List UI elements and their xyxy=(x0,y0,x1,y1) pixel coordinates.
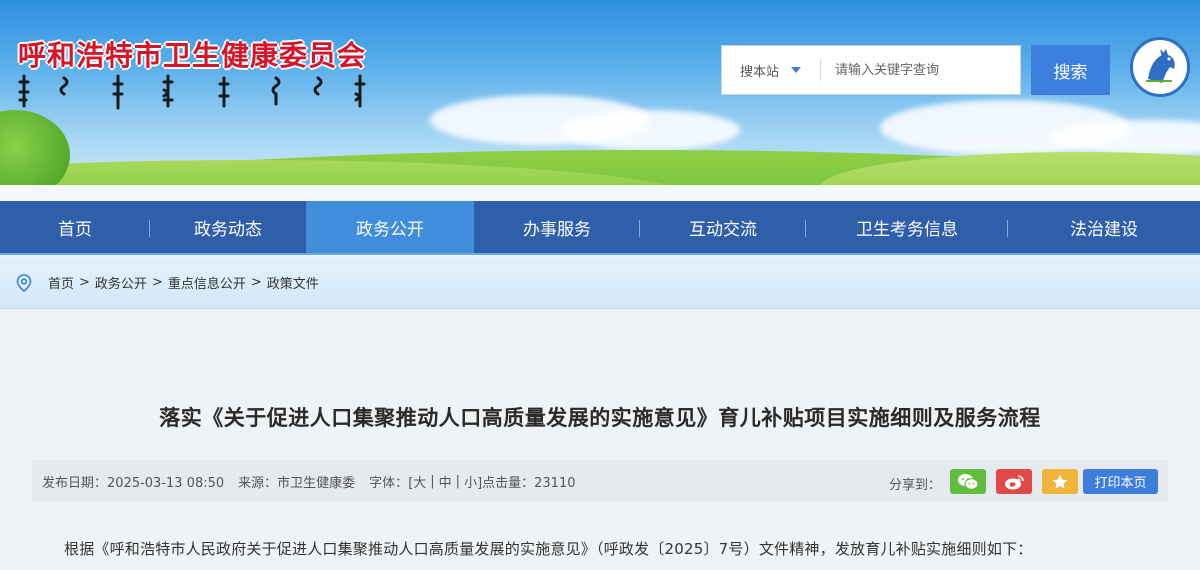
article-title: 落实《关于促进人口集聚推动人口高质量发展的实施意见》育儿补贴项目实施细则及服务流… xyxy=(159,406,1041,430)
breadcrumb-gov-affairs-open[interactable]: 政务公开 xyxy=(95,273,147,292)
nav-item-gov-affairs-open[interactable]: 政务公开 xyxy=(306,201,474,253)
share-wechat-button[interactable] xyxy=(950,469,986,494)
breadcrumb-separator: > xyxy=(250,275,262,290)
wechat-icon xyxy=(958,473,979,490)
nav-item-label: 政务动态 xyxy=(194,219,262,240)
share-weibo-button[interactable] xyxy=(996,469,1032,494)
nav-item-services[interactable]: 办事服务 xyxy=(474,201,640,253)
breadcrumb-key-info[interactable]: 重点信息公开 xyxy=(168,273,246,292)
print-page-button[interactable]: 打印本页 xyxy=(1083,469,1158,494)
horse-emblem-icon[interactable] xyxy=(1130,37,1190,97)
site-title: 呼和浩特市卫生健康委员会 xyxy=(18,39,367,72)
nav-item-label: 办事服务 xyxy=(523,219,591,240)
search-scope-select[interactable]: 搜本站 xyxy=(722,46,820,94)
breadcrumb: 首页 > 政务公开 > 重点信息公开 > 政策文件 xyxy=(0,257,1200,309)
nav-item-exam-info[interactable]: 卫生考务信息 xyxy=(806,201,1008,253)
banner-cloud xyxy=(560,110,740,150)
share-label: 分享到： xyxy=(889,478,942,493)
nav-item-label: 卫生考务信息 xyxy=(856,219,958,240)
banner-bottom-strip xyxy=(0,185,1200,201)
article-area: 落实《关于促进人口集聚推动人口高质量发展的实施意见》育儿补贴项目实施细则及服务流… xyxy=(0,310,1200,570)
search-button[interactable]: 搜索 xyxy=(1031,45,1110,95)
nav-item-home[interactable]: 首页 xyxy=(0,201,150,253)
caret-down-icon xyxy=(791,67,802,73)
nav-item-rule-of-law[interactable]: 法治建设 xyxy=(1008,201,1200,253)
header-banner: 呼和浩特市卫生健康委员会 搜本站 搜索 xyxy=(0,0,1200,185)
main-nav: 首页 政务动态 政务公开 办事服务 互动交流 卫生考务信息 法治建设 xyxy=(0,201,1200,255)
nav-item-label: 互动交流 xyxy=(689,219,757,240)
location-pin-icon xyxy=(16,273,32,292)
nav-item-interaction[interactable]: 互动交流 xyxy=(640,201,806,253)
weibo-icon xyxy=(1005,474,1024,489)
mongolian-script-logo xyxy=(18,74,366,110)
font-size-separator: | xyxy=(455,473,461,489)
search-scope-label: 搜本站 xyxy=(740,64,780,80)
publish-date: 发布日期：2025-03-13 08:50 xyxy=(42,475,225,491)
hit-count: 点击量：23110 xyxy=(482,475,576,491)
nav-item-label: 首页 xyxy=(58,219,92,240)
nav-item-news[interactable]: 政务动态 xyxy=(150,201,306,253)
font-size-medium[interactable]: 中 xyxy=(439,472,452,491)
article-meta-bar: 发布日期：2025-03-13 08:50 来源：市卫生健康委 字体： [大 |… xyxy=(32,460,1168,502)
font-size-separator: | xyxy=(430,473,435,489)
font-size-large[interactable]: [大 xyxy=(408,472,426,491)
share-favorite-button[interactable] xyxy=(1042,469,1078,494)
nav-item-label: 法治建设 xyxy=(1070,219,1138,240)
font-size-label: 字体： xyxy=(369,475,409,491)
search-input[interactable] xyxy=(821,46,1020,94)
breadcrumb-separator: > xyxy=(79,275,90,290)
article-paragraph: 根据《呼和浩特市人民政府关于促进人口集聚推动人口高质量发展的实施意见》（呼政发〔… xyxy=(64,540,1033,558)
banner-tree xyxy=(0,110,70,185)
font-size-small[interactable]: 小] xyxy=(464,472,482,491)
star-icon xyxy=(1052,474,1068,489)
breadcrumb-home[interactable]: 首页 xyxy=(48,273,74,292)
breadcrumb-policy-docs[interactable]: 政策文件 xyxy=(267,273,319,292)
nav-item-label: 政务公开 xyxy=(356,219,424,240)
search-box: 搜本站 xyxy=(721,45,1021,95)
article-source: 来源：市卫生健康委 xyxy=(238,475,356,491)
breadcrumb-separator: > xyxy=(151,275,163,290)
